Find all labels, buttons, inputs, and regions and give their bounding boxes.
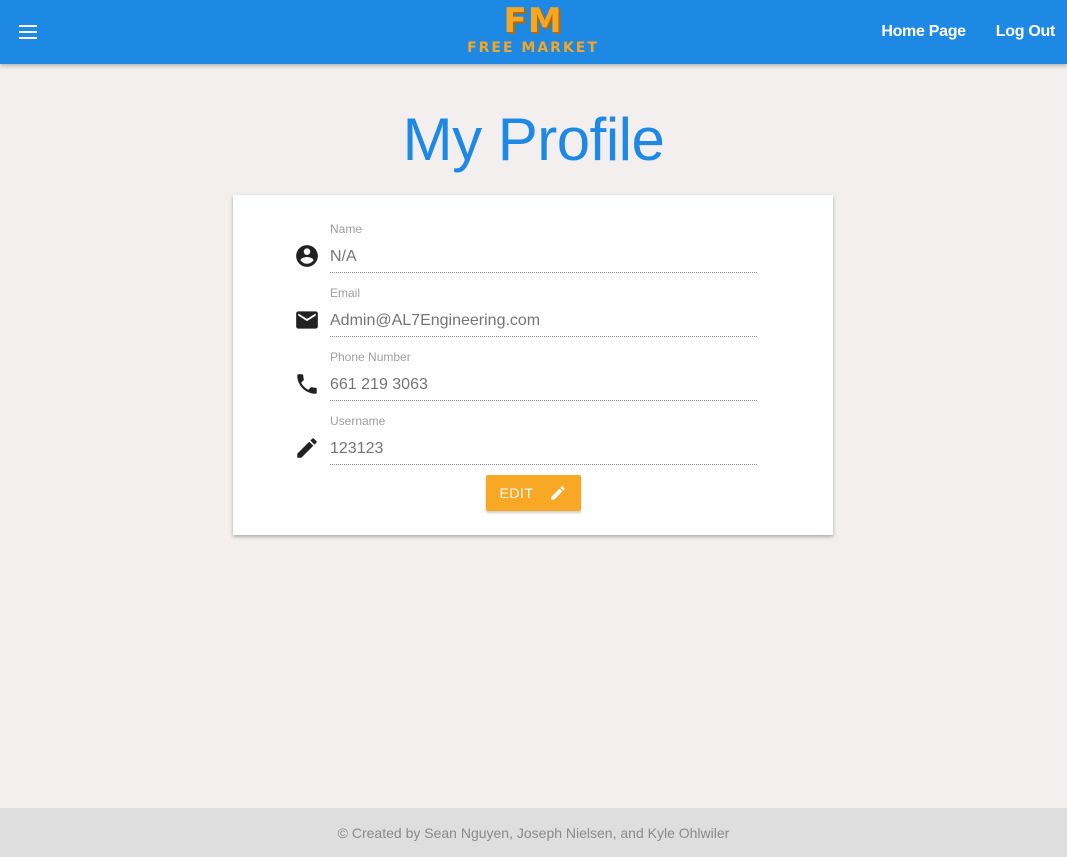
username-label: Username bbox=[330, 414, 386, 428]
free-market-logo[interactable]: FM FREE MARKET bbox=[462, 2, 604, 62]
pencil-icon bbox=[293, 434, 321, 462]
username-input[interactable] bbox=[330, 434, 757, 465]
log-out-link[interactable]: Log Out bbox=[996, 23, 1056, 41]
email-icon bbox=[293, 306, 321, 334]
nav-links: Home Page Log Out bbox=[851, 0, 1055, 64]
profile-card: Name Email Phone Number Username EDIT bbox=[233, 195, 833, 535]
edit-button-label: EDIT bbox=[499, 485, 534, 501]
username-field: Username bbox=[293, 414, 757, 470]
name-label: Name bbox=[330, 222, 363, 236]
phone-label: Phone Number bbox=[330, 350, 411, 364]
logo-mark: FM bbox=[503, 1, 563, 41]
name-field: Name bbox=[293, 222, 757, 278]
email-field: Email bbox=[293, 286, 757, 342]
name-input[interactable] bbox=[330, 242, 757, 273]
footer-credits: © Created by Sean Nguyen, Joseph Nielsen… bbox=[337, 824, 730, 841]
home-page-link[interactable]: Home Page bbox=[881, 23, 966, 41]
edit-pencil-icon bbox=[549, 484, 567, 502]
footer: © Created by Sean Nguyen, Joseph Nielsen… bbox=[0, 808, 1067, 857]
email-label: Email bbox=[330, 286, 361, 300]
phone-icon bbox=[293, 370, 321, 398]
phone-input[interactable] bbox=[330, 370, 757, 401]
email-input[interactable] bbox=[330, 306, 757, 337]
navbar: FM FREE MARKET Home Page Log Out bbox=[0, 0, 1067, 64]
phone-field: Phone Number bbox=[293, 350, 757, 406]
hamburger-menu-icon[interactable] bbox=[14, 16, 44, 48]
account-circle-icon bbox=[293, 242, 321, 270]
logo-text: FREE MARKET bbox=[467, 40, 599, 56]
page-title: My Profile bbox=[402, 106, 665, 173]
edit-button[interactable]: EDIT bbox=[486, 475, 581, 511]
